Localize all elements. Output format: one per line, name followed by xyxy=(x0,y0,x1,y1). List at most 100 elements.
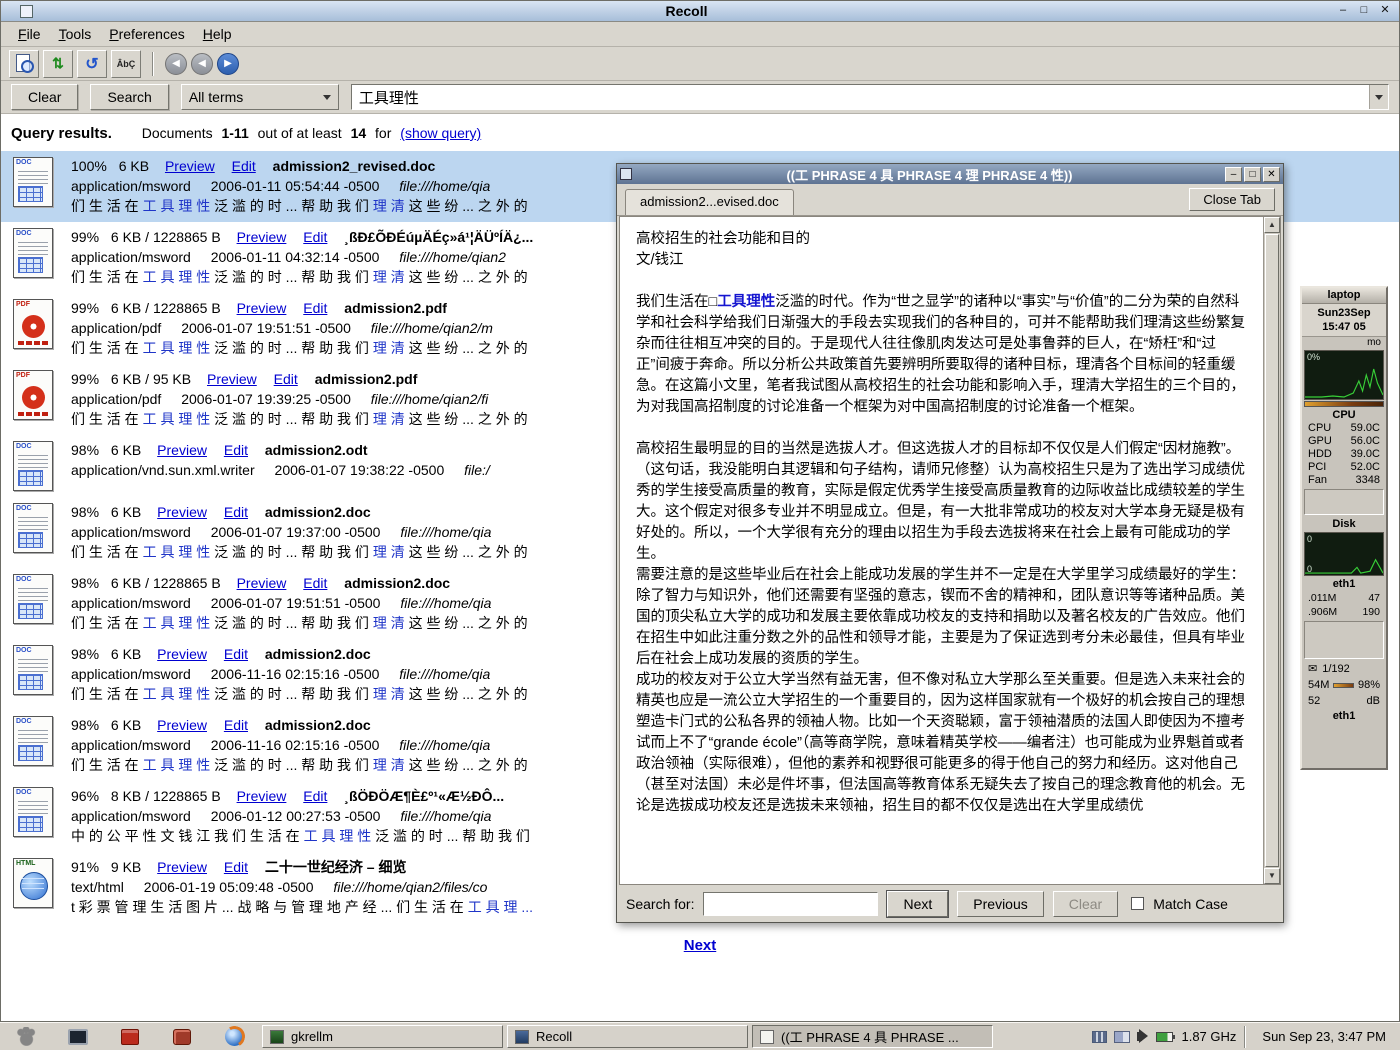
preview-previous-button[interactable]: Previous xyxy=(957,891,1043,917)
result-snippet: 们 生 活 在 工 具 理 性 泛 滥 的 时 ... 帮 助 我 们 理 清 … xyxy=(71,684,528,704)
show-query-detail-button[interactable] xyxy=(9,50,39,78)
maximize-icon[interactable]: □ xyxy=(1355,3,1373,19)
menu-file[interactable]: File xyxy=(9,23,50,45)
result-date: 2006-01-07 19:39:25 -0500 xyxy=(181,391,351,407)
result-preview-link[interactable]: Preview xyxy=(157,646,207,662)
result-edit-link[interactable]: Edit xyxy=(224,442,248,458)
search-button[interactable]: Search xyxy=(90,84,168,110)
memory-percent: 98% xyxy=(1358,677,1380,693)
next-results-page-link[interactable]: Next xyxy=(684,937,717,954)
footprint-launcher[interactable] xyxy=(6,1025,46,1049)
result-edit-link[interactable]: Edit xyxy=(303,300,327,316)
result-edit-link[interactable]: Edit xyxy=(274,371,298,387)
main-titlebar[interactable]: Recoll – □ ✕ xyxy=(1,1,1399,22)
result-preview-link[interactable]: Preview xyxy=(157,504,207,520)
task-preview[interactable]: ((工 PHRASE 4 具 PHRASE ... xyxy=(752,1025,993,1048)
taskbar-separator xyxy=(1244,1026,1246,1048)
result-snippet: 们 生 活 在 工 具 理 性 泛 滥 的 时 ... 帮 助 我 们 理 清 … xyxy=(71,267,533,287)
preview-clear-button[interactable]: Clear xyxy=(1053,891,1118,917)
result-filename: 二十一世纪经济 – 细览 xyxy=(265,859,407,875)
result-date: 2006-11-16 02:15:16 -0500 xyxy=(211,737,380,753)
preview-titlebar[interactable]: ((工 PHRASE 4 具 PHRASE 4 理 PHRASE 4 性)) –… xyxy=(617,164,1283,184)
result-size: 6 KB / 1228865 B xyxy=(111,575,221,591)
menu-tools[interactable]: Tools xyxy=(50,23,101,45)
result-edit-link[interactable]: Edit xyxy=(224,717,248,733)
query-history-dropdown[interactable] xyxy=(1369,85,1388,109)
minimize-icon[interactable]: – xyxy=(1225,167,1242,182)
close-icon[interactable]: ✕ xyxy=(1376,3,1394,19)
match-case-checkbox[interactable] xyxy=(1131,897,1144,910)
result-date: 2006-01-11 04:32:14 -0500 xyxy=(211,249,380,265)
result-preview-link[interactable]: Preview xyxy=(237,788,287,804)
result-date: 2006-01-07 19:51:51 -0500 xyxy=(181,320,351,336)
result-preview-link[interactable]: Preview xyxy=(237,300,287,316)
result-url: file:/ xyxy=(464,462,490,478)
next-page-button[interactable]: ▶ xyxy=(217,53,239,75)
task-list: gkrellmRecoll((工 PHRASE 4 具 PHRASE ... xyxy=(262,1025,1084,1048)
menu-help[interactable]: Help xyxy=(194,23,241,45)
scroll-up-icon[interactable]: ▲ xyxy=(1264,217,1280,233)
package-launcher[interactable] xyxy=(162,1025,202,1049)
result-mimetype: text/html xyxy=(71,879,124,895)
search-mode-select[interactable]: All terms xyxy=(181,84,339,110)
first-page-button[interactable]: ◀ xyxy=(165,53,187,75)
battery-icon[interactable] xyxy=(1156,1032,1173,1042)
maximize-icon[interactable]: □ xyxy=(1244,167,1261,182)
menu-preferences[interactable]: Preferences xyxy=(100,23,194,45)
preview-search-input[interactable] xyxy=(703,892,878,916)
query-input[interactable] xyxy=(352,85,1369,109)
terminal-launcher[interactable] xyxy=(58,1025,98,1049)
keyboard-indicator-icon[interactable] xyxy=(1092,1031,1107,1043)
sort-button[interactable]: ⇅ xyxy=(43,50,73,78)
result-preview-link[interactable]: Preview xyxy=(157,859,207,875)
result-edit-link[interactable]: Edit xyxy=(303,575,327,591)
result-edit-link[interactable]: Edit xyxy=(224,646,248,662)
clear-button[interactable]: Clear xyxy=(11,84,78,110)
result-preview-link[interactable]: Preview xyxy=(207,371,257,387)
show-query-link[interactable]: (show query) xyxy=(400,125,481,141)
result-preview-link[interactable]: Preview xyxy=(165,158,215,174)
match-case-label: Match Case xyxy=(1153,896,1228,912)
firefox-browser-icon xyxy=(225,1027,244,1046)
result-preview-link[interactable]: Preview xyxy=(157,717,207,733)
scrollbar-thumb[interactable] xyxy=(1265,234,1279,867)
close-tab-button[interactable]: Close Tab xyxy=(1189,188,1275,211)
task-gkrellm[interactable]: gkrellm xyxy=(262,1025,503,1048)
term-explorer-button[interactable]: ÂbÇ xyxy=(111,50,141,78)
net-panel xyxy=(1304,621,1384,659)
doc-file-icon: DOC xyxy=(13,157,53,207)
result-snippet: 们 生 活 在 工 具 理 性 泛 滥 的 时 ... 帮 助 我 们 理 清 … xyxy=(71,196,528,216)
update-index-button[interactable]: ↺ xyxy=(77,50,107,78)
minimize-icon[interactable]: – xyxy=(1334,3,1352,19)
result-preview-link[interactable]: Preview xyxy=(157,442,207,458)
result-preview-link[interactable]: Preview xyxy=(237,229,287,245)
result-edit-link[interactable]: Edit xyxy=(303,788,327,804)
media-player-launcher[interactable] xyxy=(110,1025,150,1049)
preview-paragraph: 需要注意的是这些毕业后在社会上能成功发展的学生并不一定是在大学里学习成绩最好的学… xyxy=(636,565,1247,670)
result-edit-link[interactable]: Edit xyxy=(303,229,327,245)
preview-scrollbar[interactable]: ▲ ▼ xyxy=(1263,217,1280,884)
scroll-down-icon[interactable]: ▼ xyxy=(1264,868,1280,884)
close-icon[interactable]: ✕ xyxy=(1263,167,1280,182)
disk-chart-line xyxy=(1305,533,1383,575)
preview-window-title: ((工 PHRASE 4 具 PHRASE 4 理 PHRASE 4 性)) xyxy=(636,165,1223,184)
workspace-pager-icon[interactable] xyxy=(1114,1031,1130,1043)
preview-next-button[interactable]: Next xyxy=(887,891,948,917)
result-edit-link[interactable]: Edit xyxy=(232,158,256,174)
result-filename: admission2_revised.doc xyxy=(273,158,436,174)
volume-icon[interactable] xyxy=(1137,1032,1142,1041)
disk-chart: 0 0 xyxy=(1304,532,1384,576)
result-edit-link[interactable]: Edit xyxy=(224,859,248,875)
preview-icon xyxy=(760,1030,774,1044)
preview-paragraph: 成功的校友对于公立大学当然有益无害，但不像对私立大学那么至关重要。但是选入未来社… xyxy=(636,670,1247,817)
prev-page-button[interactable]: ◀ xyxy=(191,53,213,75)
preview-tab[interactable]: admission2...evised.doc xyxy=(625,189,794,215)
gkrellm-monitor[interactable]: laptop Sun23Sep 15:47 05 mo 0% CPU CPU59… xyxy=(1300,286,1388,770)
firefox-browser-launcher[interactable] xyxy=(214,1025,254,1049)
result-preview-link[interactable]: Preview xyxy=(237,575,287,591)
preview-tab-bar: admission2...evised.doc Close Tab xyxy=(617,184,1283,216)
result-edit-link[interactable]: Edit xyxy=(224,504,248,520)
result-url: file:///home/qian2 xyxy=(399,249,506,265)
file-type-badge: DOC xyxy=(16,159,32,166)
task-recoll[interactable]: Recoll xyxy=(507,1025,748,1048)
